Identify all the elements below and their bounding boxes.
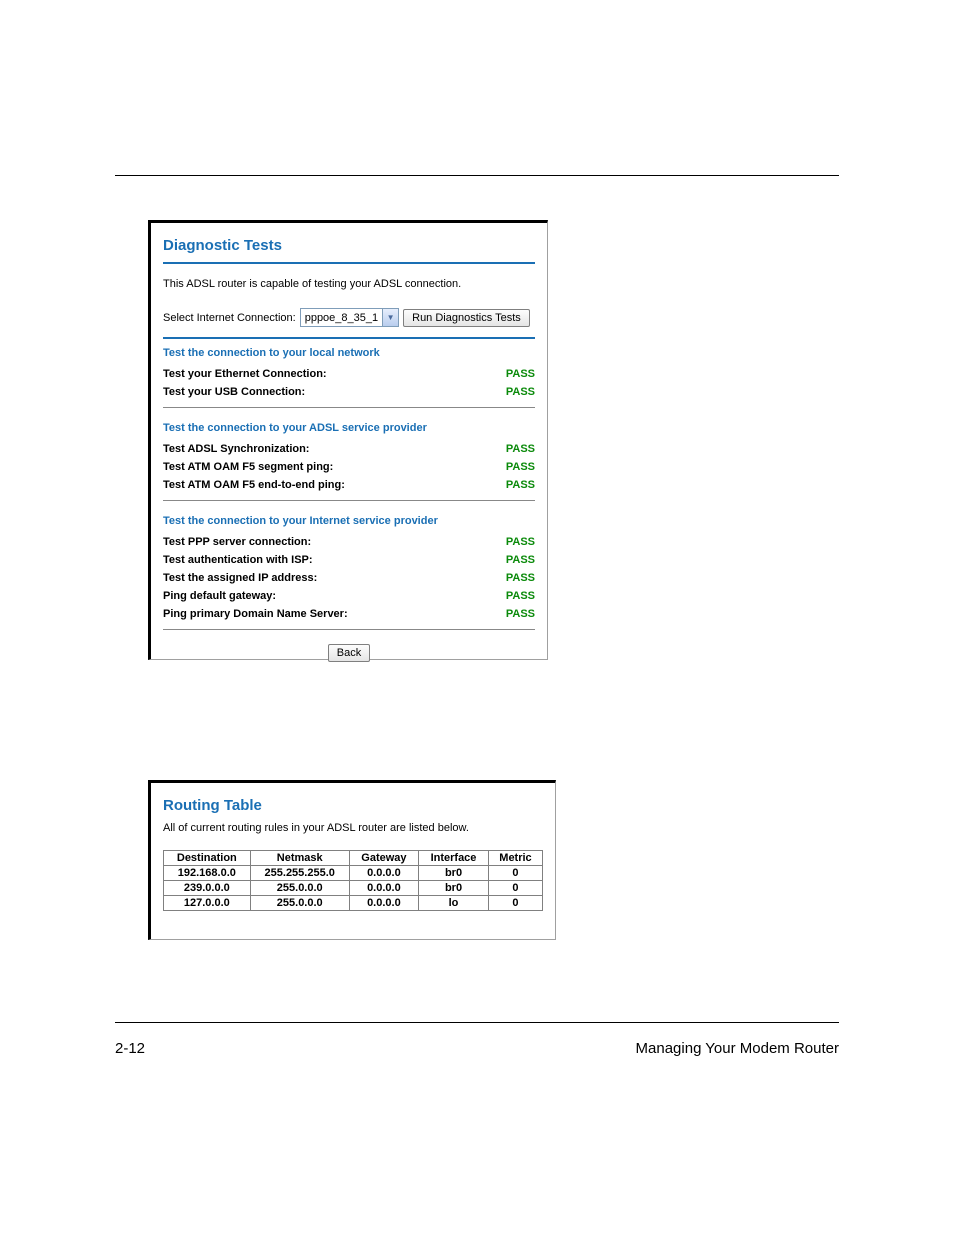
test-status: PASS	[506, 383, 535, 401]
test-label: Test ADSL Synchronization:	[163, 440, 309, 458]
internet-connection-select[interactable]: pppoe_8_35_1 ▼	[300, 308, 399, 327]
test-label: Test your USB Connection:	[163, 383, 305, 401]
routing-intro: All of current routing rules in your ADS…	[163, 822, 543, 834]
col-destination: Destination	[164, 851, 251, 866]
cell: br0	[419, 866, 489, 881]
back-button[interactable]: Back	[328, 644, 370, 662]
test-label: Test the assigned IP address:	[163, 569, 317, 587]
table-row: 192.168.0.0 255.255.255.0 0.0.0.0 br0 0	[164, 866, 543, 881]
test-status: PASS	[506, 365, 535, 383]
cell: 0	[488, 866, 542, 881]
cell: 0	[488, 896, 542, 911]
section-heading-isp: Test the connection to your Internet ser…	[163, 515, 535, 527]
divider	[163, 262, 535, 264]
test-status: PASS	[506, 605, 535, 623]
test-row: Test PPP server connection: PASS	[163, 533, 535, 551]
test-status: PASS	[506, 533, 535, 551]
table-row: 239.0.0.0 255.0.0.0 0.0.0.0 br0 0	[164, 881, 543, 896]
col-netmask: Netmask	[250, 851, 349, 866]
cell: 127.0.0.0	[164, 896, 251, 911]
diagnostic-tests-panel: Diagnostic Tests This ADSL router is cap…	[148, 220, 548, 660]
section-heading-adsl: Test the connection to your ADSL service…	[163, 422, 535, 434]
divider	[163, 407, 535, 408]
section-title: Managing Your Modem Router	[636, 1040, 839, 1057]
test-row: Test the assigned IP address: PASS	[163, 569, 535, 587]
chevron-down-icon: ▼	[382, 309, 398, 326]
table-row: 127.0.0.0 255.0.0.0 0.0.0.0 lo 0	[164, 896, 543, 911]
test-label: Test authentication with ISP:	[163, 551, 313, 569]
test-row: Test ATM OAM F5 segment ping: PASS	[163, 458, 535, 476]
routing-title: Routing Table	[163, 797, 543, 814]
divider	[163, 500, 535, 501]
run-diagnostics-button[interactable]: Run Diagnostics Tests	[403, 309, 530, 327]
select-value: pppoe_8_35_1	[305, 312, 378, 324]
test-row: Test ADSL Synchronization: PASS	[163, 440, 535, 458]
test-row: Test ATM OAM F5 end-to-end ping: PASS	[163, 476, 535, 494]
divider	[163, 629, 535, 630]
test-row: Ping primary Domain Name Server: PASS	[163, 605, 535, 623]
test-status: PASS	[506, 569, 535, 587]
diagnostic-intro: This ADSL router is capable of testing y…	[163, 278, 535, 290]
col-gateway: Gateway	[349, 851, 418, 866]
cell: lo	[419, 896, 489, 911]
cell: 0.0.0.0	[349, 866, 418, 881]
page-number: 2-12	[115, 1040, 145, 1057]
cell: 255.0.0.0	[250, 881, 349, 896]
cell: br0	[419, 881, 489, 896]
diagnostic-title: Diagnostic Tests	[163, 237, 535, 254]
select-connection-label: Select Internet Connection:	[163, 312, 296, 324]
routing-table: Destination Netmask Gateway Interface Me…	[163, 850, 543, 911]
cell: 192.168.0.0	[164, 866, 251, 881]
footer-rule	[115, 1022, 839, 1023]
test-label: Test your Ethernet Connection:	[163, 365, 327, 383]
cell: 255.0.0.0	[250, 896, 349, 911]
test-row: Ping default gateway: PASS	[163, 587, 535, 605]
test-label: Test PPP server connection:	[163, 533, 311, 551]
test-status: PASS	[506, 440, 535, 458]
col-interface: Interface	[419, 851, 489, 866]
test-status: PASS	[506, 551, 535, 569]
header-rule	[115, 175, 839, 176]
test-label: Ping primary Domain Name Server:	[163, 605, 348, 623]
test-row: Test your USB Connection: PASS	[163, 383, 535, 401]
test-row: Test your Ethernet Connection: PASS	[163, 365, 535, 383]
test-status: PASS	[506, 476, 535, 494]
routing-table-panel: Routing Table All of current routing rul…	[148, 780, 556, 940]
cell: 0	[488, 881, 542, 896]
cell: 0.0.0.0	[349, 881, 418, 896]
test-label: Test ATM OAM F5 segment ping:	[163, 458, 333, 476]
test-status: PASS	[506, 587, 535, 605]
divider	[163, 337, 535, 339]
cell: 239.0.0.0	[164, 881, 251, 896]
col-metric: Metric	[488, 851, 542, 866]
test-label: Test ATM OAM F5 end-to-end ping:	[163, 476, 345, 494]
cell: 255.255.255.0	[250, 866, 349, 881]
table-header-row: Destination Netmask Gateway Interface Me…	[164, 851, 543, 866]
test-label: Ping default gateway:	[163, 587, 276, 605]
section-heading-local: Test the connection to your local networ…	[163, 347, 535, 359]
cell: 0.0.0.0	[349, 896, 418, 911]
test-row: Test authentication with ISP: PASS	[163, 551, 535, 569]
test-status: PASS	[506, 458, 535, 476]
